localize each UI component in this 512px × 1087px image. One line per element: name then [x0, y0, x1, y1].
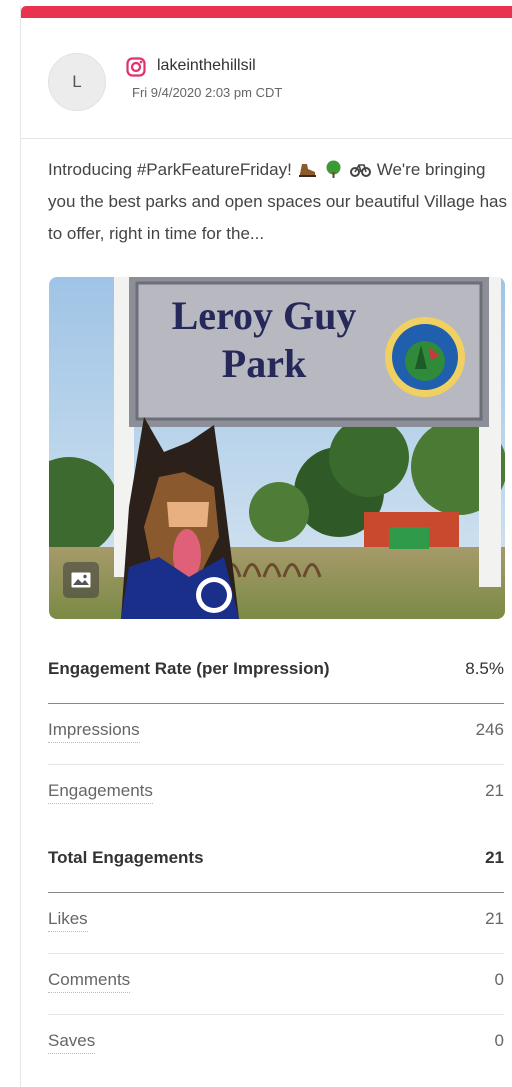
engagements-label[interactable]: Engagements [48, 781, 153, 804]
engagements-row: Engagements 21 [48, 765, 504, 825]
engagement-rate-row: Engagement Rate (per Impression) 8.5% [48, 643, 504, 704]
saves-row: Saves 0 [48, 1015, 504, 1075]
saves-value: 0 [494, 1031, 504, 1050]
engagement-rate-value: 8.5% [465, 659, 504, 678]
likes-row: Likes 21 [48, 893, 504, 954]
account-handle[interactable]: lakeinthehillsil [157, 57, 256, 75]
impressions-label[interactable]: Impressions [48, 720, 140, 743]
engagements-value: 21 [485, 781, 504, 800]
post-header: L lakeinthehillsil Fri 9/4/2020 2:03 pm … [21, 18, 512, 139]
impressions-value: 246 [475, 720, 504, 739]
total-engagements-label: Total Engagements [48, 848, 204, 867]
image-icon[interactable] [63, 562, 99, 598]
saves-label[interactable]: Saves [48, 1031, 96, 1054]
post-timestamp: Fri 9/4/2020 2:03 pm CDT [132, 85, 283, 100]
total-engagements-row: Total Engagements 21 [48, 832, 504, 893]
impressions-row: Impressions 246 [48, 704, 504, 765]
total-engagements-section: Total Engagements 21 Likes 21 Comments 0… [48, 832, 504, 1075]
total-engagements-value: 21 [485, 848, 504, 867]
instagram-icon [126, 57, 146, 77]
tree-emoji [326, 160, 341, 178]
hiking-boot-emoji [298, 164, 316, 177]
comments-label[interactable]: Comments [48, 970, 131, 993]
bicycle-emoji [350, 164, 371, 177]
avatar[interactable]: L [48, 53, 106, 111]
image-glyph [71, 572, 91, 588]
post-card: L lakeinthehillsil Fri 9/4/2020 2:03 pm … [20, 6, 512, 1087]
park-sign-photo: Leroy Guy Park [49, 277, 505, 619]
engagement-rate-label: Engagement Rate (per Impression) [48, 659, 330, 678]
comments-row: Comments 0 [48, 954, 504, 1015]
likes-label[interactable]: Likes [48, 909, 88, 932]
card-accent-bar [21, 6, 512, 18]
section-gap [0, 802, 20, 820]
sign-text-line2: Park [222, 341, 307, 386]
caption-text-start: Introducing #ParkFeatureFriday! [48, 160, 292, 179]
comments-value: 0 [494, 970, 504, 989]
sign-text-line1: Leroy Guy [172, 293, 357, 338]
engagement-rate-section: Engagement Rate (per Impression) 8.5% Im… [48, 643, 504, 825]
likes-value: 21 [485, 909, 504, 928]
post-caption: Introducing #ParkFeatureFriday! We're br… [48, 154, 512, 250]
post-image[interactable]: Leroy Guy Park [49, 277, 505, 619]
